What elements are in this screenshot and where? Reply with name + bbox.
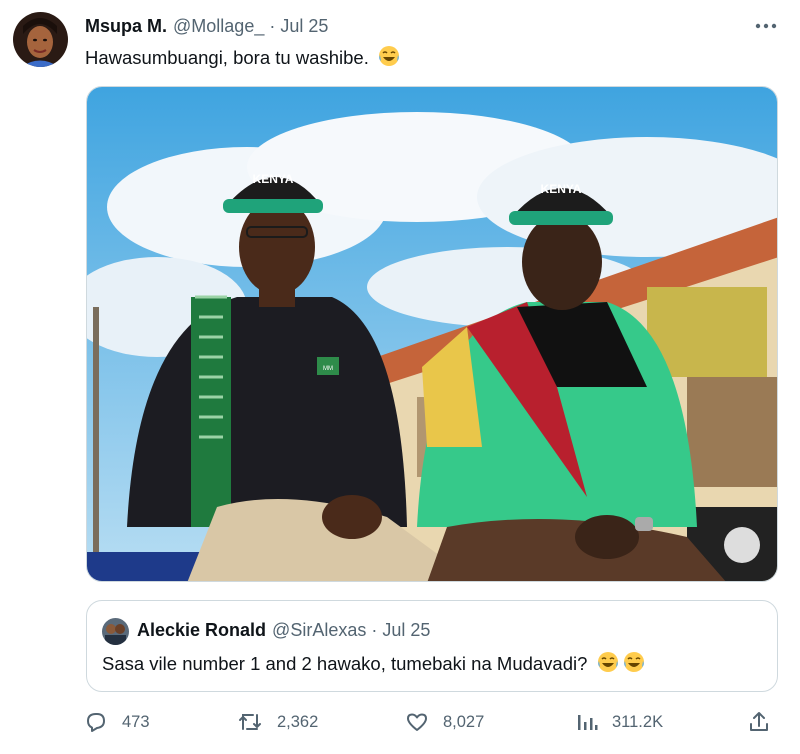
author-avatar[interactable] (13, 12, 68, 67)
share-icon (750, 712, 768, 731)
tweet-body: Hawasumbuangi, bora tu washibe. (85, 47, 369, 68)
author-name[interactable]: Msupa M. (85, 16, 167, 37)
separator-dot: · (269, 15, 276, 36)
quoted-tweet-header: Aleckie Ronald @SirAlexas · Jul 25 (137, 620, 430, 641)
quoted-author-name[interactable]: Aleckie Ronald (137, 620, 266, 641)
laughing-emoji-icon (623, 651, 645, 678)
retweet-count: 2,362 (277, 712, 319, 731)
quoted-tweet-body: Sasa vile number 1 and 2 hawako, tumebak… (102, 653, 588, 674)
tweet-date[interactable]: Jul 25 (280, 16, 328, 37)
tweet-header: Msupa M. @Mollage_ · Jul 25 (85, 14, 328, 38)
quoted-tweet-date[interactable]: Jul 25 (382, 620, 430, 641)
heart-icon (407, 713, 427, 731)
like-button[interactable]: 8,027 (405, 706, 484, 738)
author-handle[interactable]: @Mollage_ (173, 16, 264, 37)
retweet-icon (239, 714, 261, 730)
cap-text-right: KENYA (541, 182, 582, 196)
quoted-author-avatar[interactable] (102, 618, 129, 645)
quoted-tweet[interactable]: Aleckie Ronald @SirAlexas · Jul 25 Sasa … (86, 600, 778, 692)
tweet-action-bar: 473 2,362 8,027 311.2K (84, 706, 784, 738)
view-count: 311.2K (612, 712, 664, 731)
quoted-tweet-text: Sasa vile number 1 and 2 hawako, tumebak… (102, 651, 645, 678)
shirt-badge-text: MM (323, 366, 333, 372)
tweet-photo[interactable]: MM KENYA KENYA (86, 86, 778, 582)
views-button[interactable]: 311.2K (576, 706, 663, 738)
separator-dot: · (371, 620, 378, 640)
more-options-icon[interactable] (752, 14, 780, 38)
tweet-text: Hawasumbuangi, bora tu washibe. (85, 45, 400, 74)
quoted-author-handle[interactable]: @SirAlexas (272, 620, 366, 641)
like-count: 8,027 (443, 712, 485, 731)
retweet-button[interactable]: 2,362 (237, 706, 318, 738)
reply-count: 473 (122, 712, 150, 731)
reply-icon (87, 713, 105, 732)
laughing-emoji-icon (597, 651, 619, 678)
reply-button[interactable]: 473 (84, 706, 150, 738)
cap-text-left: KENYA (253, 172, 294, 186)
laughing-emoji-icon (378, 45, 400, 74)
share-button[interactable] (748, 706, 784, 738)
analytics-icon (578, 715, 598, 730)
